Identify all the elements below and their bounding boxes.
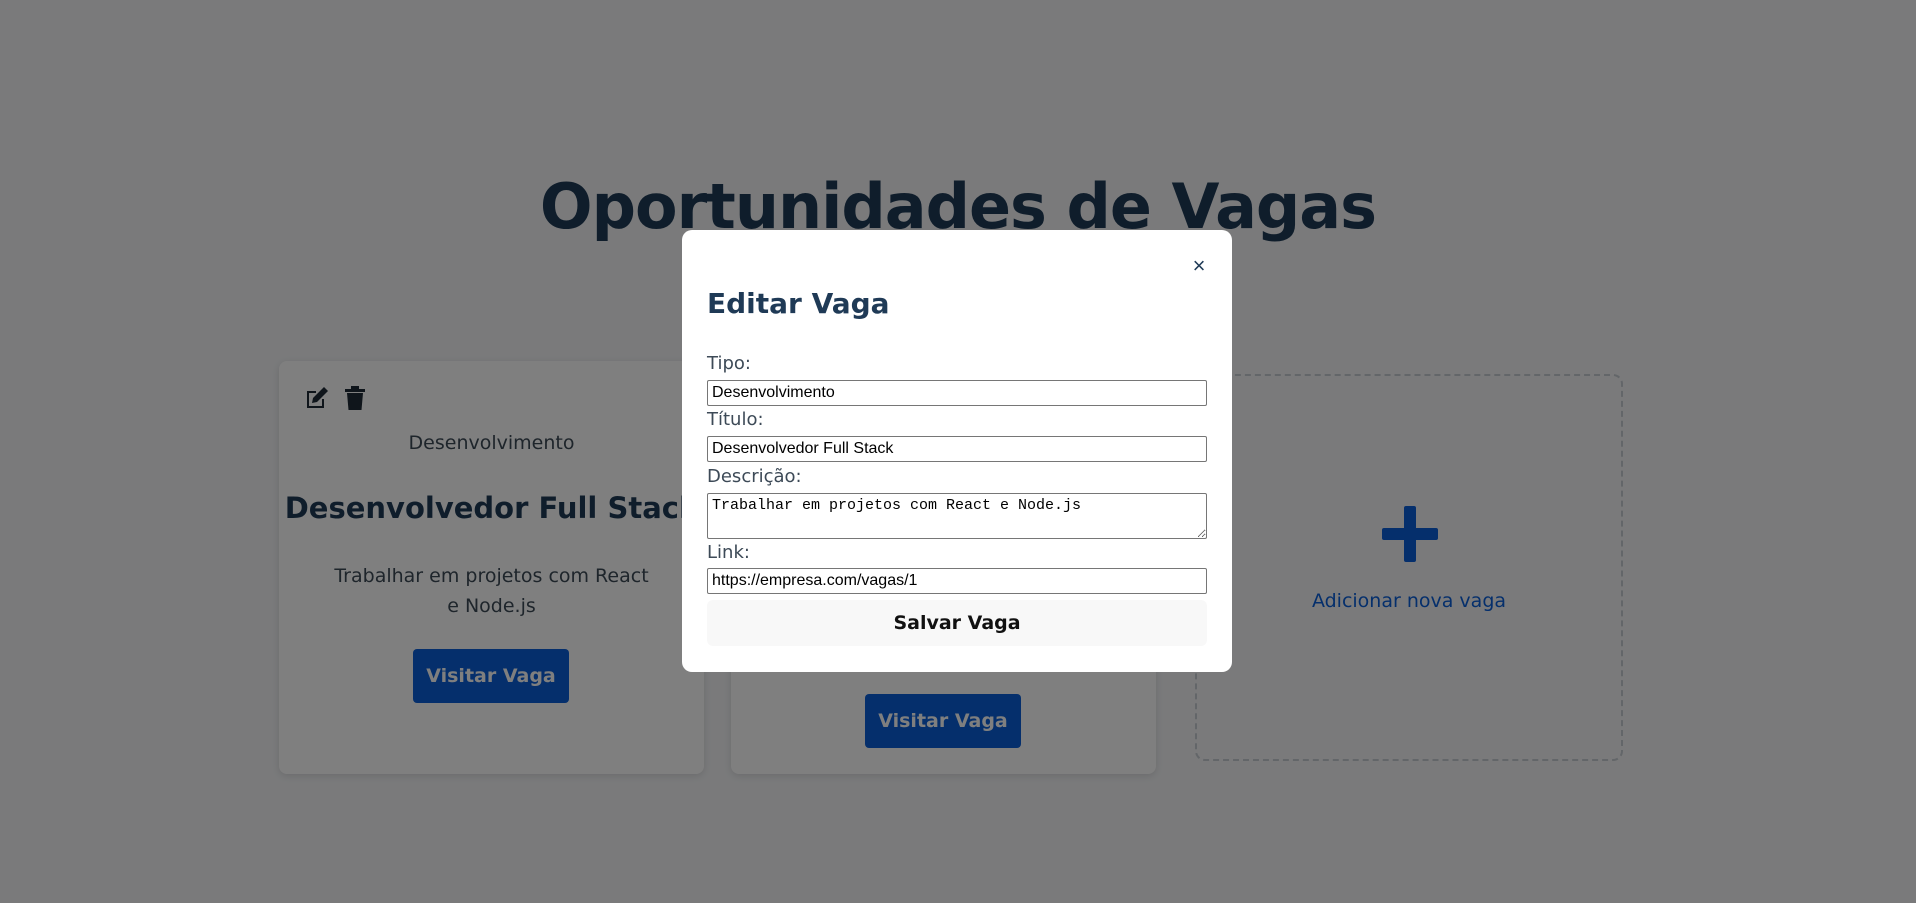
titulo-label: Título: xyxy=(707,409,764,430)
modal-title: Editar Vaga xyxy=(707,287,890,320)
descricao-label: Descrição: xyxy=(707,466,802,487)
save-job-button[interactable]: Salvar Vaga xyxy=(707,600,1207,646)
descricao-textarea[interactable]: Trabalhar em projetos com React e Node.j… xyxy=(707,493,1207,539)
close-icon[interactable]: × xyxy=(1187,254,1211,278)
edit-job-modal: × Editar Vaga Tipo: Título: Descrição: T… xyxy=(682,230,1232,672)
link-input[interactable] xyxy=(707,568,1207,594)
tipo-label: Tipo: xyxy=(707,353,751,374)
titulo-input[interactable] xyxy=(707,436,1207,462)
link-label: Link: xyxy=(707,542,750,563)
tipo-input[interactable] xyxy=(707,380,1207,406)
